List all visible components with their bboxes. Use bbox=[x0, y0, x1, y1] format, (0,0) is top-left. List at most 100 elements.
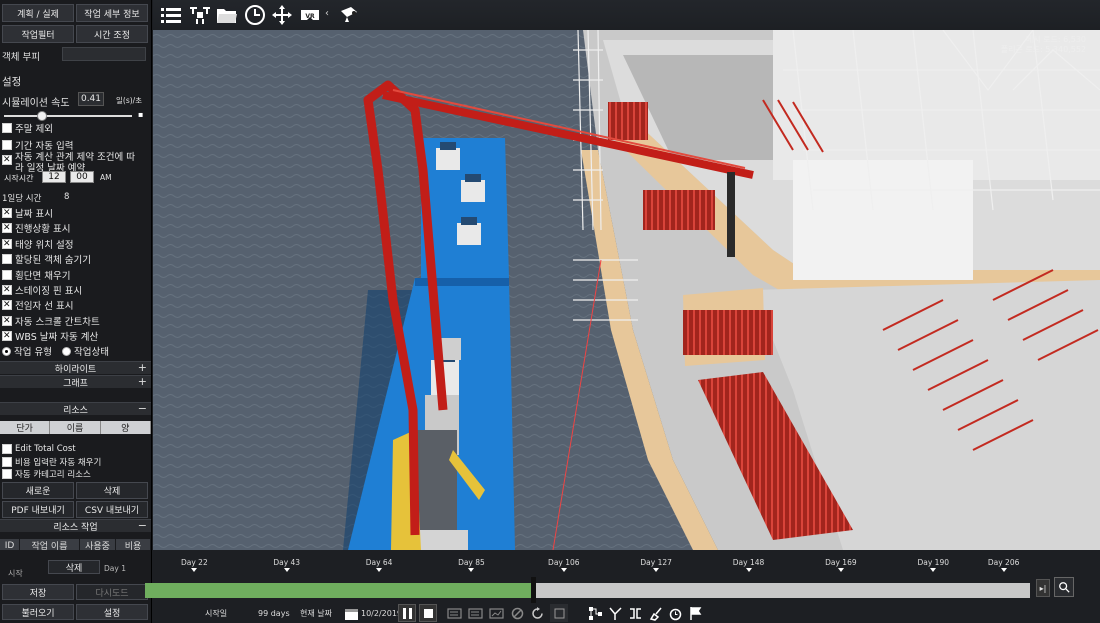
sim-speed-slider-handle[interactable] bbox=[37, 111, 48, 121]
chart-icon[interactable] bbox=[487, 604, 505, 622]
radio-task-type[interactable] bbox=[2, 346, 11, 356]
pause-icon[interactable] bbox=[398, 604, 416, 622]
checkbox-box[interactable] bbox=[2, 299, 12, 311]
checkbox-option[interactable]: 자동 스크롤 간트차트 bbox=[2, 314, 100, 328]
task-filter-button[interactable]: 작업필터 bbox=[2, 25, 74, 43]
checkbox-box[interactable] bbox=[2, 140, 12, 150]
time-adjust-button[interactable]: 시간 조정 bbox=[76, 25, 148, 43]
tree-icon[interactable] bbox=[586, 604, 604, 622]
checkbox-option[interactable]: 스테이징 핀 표시 bbox=[2, 283, 82, 297]
start-tab[interactable]: 시작 bbox=[8, 568, 23, 579]
tab-name[interactable]: 이름 bbox=[50, 421, 101, 434]
rebar-cage bbox=[683, 310, 773, 355]
sim-speed-input[interactable]: 0.41 bbox=[78, 92, 104, 106]
delete-tab[interactable]: 삭제 bbox=[48, 560, 100, 574]
refresh-icon[interactable] bbox=[528, 604, 546, 622]
brush-icon[interactable] bbox=[646, 604, 664, 622]
plan-actual-button[interactable]: 계획 / 실제 bbox=[2, 4, 74, 22]
expand-icon[interactable]: + bbox=[138, 361, 147, 374]
checkbox-box[interactable] bbox=[2, 457, 12, 467]
checkbox-auto-duration[interactable]: 기간 자동 입력 bbox=[2, 138, 73, 152]
search-icon[interactable] bbox=[1054, 577, 1074, 597]
collapse-icon[interactable]: − bbox=[138, 402, 147, 415]
section-resource-tasks[interactable]: 리소스 작업 − bbox=[0, 519, 151, 533]
3d-viewport[interactable]: Fl 메시 로드: 6,530 폴리곤 로드: 5,340,552 bbox=[153, 30, 1100, 550]
start-minute-select[interactable]: 00 bbox=[70, 171, 94, 183]
resource-tabs: 단가 이름 양 bbox=[0, 421, 151, 434]
checkbox-exclude-weekend[interactable]: 주말 제외 bbox=[2, 121, 53, 135]
link-icon[interactable] bbox=[626, 604, 644, 622]
checkbox-option[interactable]: 전임자 선 표시 bbox=[2, 298, 73, 312]
tab-quantity[interactable]: 양 bbox=[100, 421, 151, 434]
checkbox-box[interactable] bbox=[2, 123, 12, 133]
timer-icon[interactable] bbox=[666, 604, 684, 622]
export-csv-button[interactable]: CSV 내보내기 bbox=[76, 501, 148, 518]
export-pdf-button[interactable]: PDF 내보내기 bbox=[2, 501, 74, 518]
branch-icon[interactable] bbox=[606, 604, 624, 622]
section-highlight[interactable]: 하이라이트 + bbox=[0, 361, 151, 375]
load-button[interactable]: 불러오기 bbox=[2, 604, 74, 620]
vr-icon[interactable]: VR bbox=[298, 3, 322, 27]
collapse-toolbar-icon[interactable]: ‹ bbox=[325, 8, 329, 19]
tab-unit-price[interactable]: 단가 bbox=[0, 421, 51, 434]
clock-icon[interactable] bbox=[243, 3, 267, 27]
menu-icon[interactable] bbox=[159, 3, 183, 27]
checkbox-box[interactable] bbox=[2, 444, 12, 454]
camera-icon[interactable] bbox=[337, 3, 361, 27]
checkbox-option[interactable]: 진행상황 표시 bbox=[2, 221, 70, 235]
flag-icon[interactable] bbox=[686, 604, 704, 622]
delete-resource-button[interactable]: 삭제 bbox=[76, 482, 148, 499]
checkbox-box[interactable] bbox=[2, 330, 12, 342]
checkbox-box[interactable] bbox=[2, 284, 12, 296]
hours-per-day-value[interactable]: 8 bbox=[64, 192, 69, 202]
checkbox-box[interactable] bbox=[2, 469, 12, 479]
section-graph[interactable]: 그래프 + bbox=[0, 375, 151, 389]
save-button[interactable]: 저장 bbox=[2, 584, 74, 600]
end-marker-icon[interactable]: ▸| bbox=[1036, 579, 1050, 597]
sim-speed-slider[interactable] bbox=[4, 115, 132, 117]
checkbox-label: WBS 날짜 자동 계산 bbox=[15, 332, 99, 344]
drone-icon[interactable] bbox=[188, 3, 212, 27]
wrench-icon[interactable] bbox=[508, 604, 526, 622]
start-hour-select[interactable]: 12 bbox=[42, 171, 66, 183]
checkbox-box[interactable] bbox=[2, 207, 12, 219]
checkbox-box[interactable] bbox=[2, 222, 12, 234]
new-resource-button[interactable]: 새로운 bbox=[2, 482, 74, 499]
stop-icon[interactable] bbox=[419, 604, 437, 622]
timeline-tick-label: Day 106 bbox=[548, 558, 580, 567]
checkbox-option[interactable]: 할당된 객체 숨기기 bbox=[2, 252, 91, 266]
checkbox-label: 전임자 선 표시 bbox=[15, 301, 74, 313]
checkbox-option[interactable]: 태양 위치 설정 bbox=[2, 237, 73, 251]
scene-render[interactable]: Fl bbox=[153, 30, 1100, 550]
move-icon[interactable] bbox=[270, 3, 294, 27]
object-volume-field[interactable] bbox=[62, 47, 146, 61]
checkbox-option[interactable]: 날짜 표시 bbox=[2, 206, 53, 220]
redo-button[interactable]: 다시도드 bbox=[76, 584, 148, 600]
checkbox-option[interactable]: 횡단면 채우기 bbox=[2, 268, 70, 282]
object-volume-label: 객체 부피 bbox=[2, 52, 40, 63]
frame-fwd-icon[interactable] bbox=[466, 604, 484, 622]
section-resources[interactable]: 리소스 − bbox=[0, 402, 151, 416]
calendar-icon[interactable] bbox=[342, 604, 360, 622]
checkbox-box[interactable] bbox=[2, 254, 12, 265]
timeline-track[interactable] bbox=[145, 577, 1030, 603]
filter-icon[interactable] bbox=[550, 604, 568, 622]
checkbox-box[interactable] bbox=[2, 154, 12, 166]
timeline-settings-button[interactable]: 설정 bbox=[76, 604, 148, 620]
checkbox-box[interactable] bbox=[2, 269, 12, 280]
expand-icon[interactable]: + bbox=[138, 375, 147, 388]
color-mode-radio-group: 작업 유형 작업상태 bbox=[2, 344, 109, 358]
rebar-cage bbox=[608, 102, 648, 140]
checkbox-box[interactable] bbox=[2, 315, 12, 327]
radio-task-status[interactable] bbox=[61, 346, 71, 356]
checkbox-edit-total-cost[interactable]: Edit Total Cost bbox=[2, 442, 76, 456]
timeline-tick-label: Day 127 bbox=[640, 558, 672, 567]
checkbox-auto-category[interactable]: 자동 카테고리 리소스 bbox=[2, 467, 91, 481]
checkbox-option[interactable]: WBS 날짜 자동 계산 bbox=[2, 329, 98, 343]
timeline-scrubber[interactable] bbox=[531, 577, 536, 603]
frame-back-icon[interactable] bbox=[445, 604, 463, 622]
checkbox-box[interactable] bbox=[2, 238, 12, 250]
task-details-button[interactable]: 작업 세부 정보 bbox=[76, 4, 148, 22]
collapse-icon[interactable]: − bbox=[138, 519, 147, 532]
folder-icon[interactable] bbox=[215, 3, 239, 27]
